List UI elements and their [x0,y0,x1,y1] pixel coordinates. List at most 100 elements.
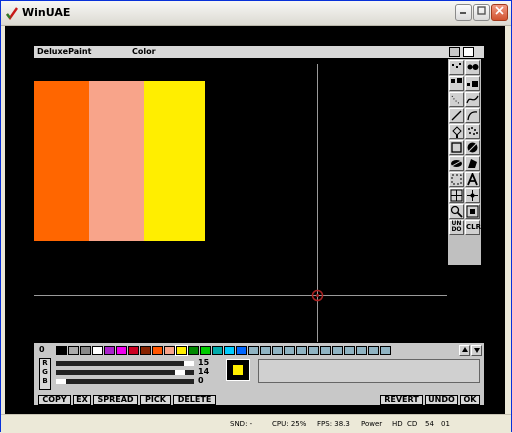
minimize-button[interactable] [455,4,472,21]
stripe-yellow [144,81,205,241]
tool-round-brush[interactable] [465,60,480,75]
tool-line[interactable] [449,108,464,123]
palette-swatch[interactable] [80,346,91,355]
tool-freehand[interactable] [465,92,480,107]
palette-swatch[interactable] [212,346,223,355]
tool-fill[interactable] [449,124,464,139]
tool-polygon[interactable] [465,156,480,171]
green-value: 14 [198,367,210,376]
tool-symmetry[interactable] [465,188,480,203]
palette-swatch[interactable] [175,345,188,356]
g-label: G [42,368,48,376]
close-button[interactable] [491,4,508,21]
current-color-well[interactable] [226,359,250,381]
tool-filled-circle[interactable] [465,140,480,155]
tool-grid[interactable] [449,188,464,203]
tool-rectangle[interactable] [449,140,464,155]
tool-undo[interactable]: UN DO [449,220,464,235]
current-color-swatch [233,365,243,375]
palette-swatch[interactable] [188,346,199,355]
dpaint-menu-bar[interactable]: DeluxePaint Color [34,46,484,58]
palette-swatch-empty[interactable] [308,346,319,355]
green-slider-knob[interactable] [175,370,186,375]
status-fps: FPS: 38.3 [317,420,350,428]
arrow-down-icon [473,348,480,353]
palette-swatch[interactable] [56,346,67,355]
revert-button[interactable]: REVERT [380,395,423,405]
delete-button[interactable]: DELETE [173,395,216,405]
undo-button[interactable]: UNDO [425,395,458,405]
polygon-icon [468,159,477,168]
palette-swatch[interactable] [68,346,79,355]
menu-color[interactable]: Color [132,47,156,56]
winuae-logo-icon [6,7,18,20]
clear-label: CLR [466,223,481,231]
tool-square-brush[interactable] [449,76,464,91]
blue-slider-knob[interactable] [56,379,66,384]
zoom-frame-icon [466,205,479,218]
palette-swatch[interactable] [224,346,235,355]
palette-scroll-up-button[interactable] [459,345,470,356]
palette-swatch-empty[interactable] [368,346,379,355]
palette-swatch[interactable] [164,346,175,355]
tool-dotted-freehand[interactable] [449,92,464,107]
line-icon [451,110,462,121]
palette-swatch-empty[interactable] [272,346,283,355]
screen-depth-front-button[interactable] [463,47,474,57]
maximize-button[interactable] [473,4,490,21]
menu-app-title[interactable]: DeluxePaint [37,47,91,56]
dotted-brush-icon [452,63,461,68]
tool-text[interactable] [465,171,480,187]
palette-swatch[interactable] [236,346,247,355]
tool-ellipse[interactable] [449,156,464,171]
palette-swatch-empty[interactable] [284,346,295,355]
status-cd: CD [407,420,418,428]
blue-slider[interactable] [56,379,194,384]
palette-swatch-empty[interactable] [332,346,343,355]
palette-swatch[interactable] [104,346,115,355]
tool-brush-select[interactable] [449,172,464,187]
palette-swatch[interactable] [140,346,151,355]
tool-big-brush[interactable] [465,76,480,91]
palette-swatch[interactable] [92,346,103,355]
green-slider[interactable] [56,370,194,375]
pick-button[interactable]: PICK [140,395,171,405]
rgb-label-box: R G B [39,358,51,390]
palette-swatch-empty[interactable] [356,346,367,355]
mouse-pointer-icon [311,289,324,302]
palette-swatch[interactable] [200,346,211,355]
text-a-icon [467,171,478,186]
canvas-area[interactable] [5,58,445,341]
palette-swatch[interactable] [116,346,127,355]
palette-swatch-empty[interactable] [248,346,259,355]
palette-scroll-down-button[interactable] [471,345,482,356]
r-label: R [42,359,48,367]
tool-airbrush[interactable] [465,124,480,139]
exchange-button[interactable]: EX [73,395,91,405]
tool-zoom[interactable] [465,204,480,219]
tool-clear[interactable]: CLR [465,220,481,235]
screen-depth-back-button[interactable] [449,47,460,57]
palette-swatch-empty[interactable] [296,346,307,355]
tool-magnify[interactable] [449,204,464,219]
big-brush-icon [467,81,478,87]
tool-curve[interactable] [465,108,480,123]
title-bar[interactable]: WinUAE [1,1,511,26]
palette-swatch[interactable] [128,346,139,355]
palette-swatch[interactable] [152,346,163,355]
copy-button[interactable]: COPY [38,395,71,405]
red-slider[interactable] [56,361,194,366]
undo-label: UN DO [451,220,462,233]
spread-button[interactable]: SPREAD [93,395,138,405]
palette-swatch-empty[interactable] [344,346,355,355]
palette-swatch-empty[interactable] [320,346,331,355]
emulator-screen[interactable]: DeluxePaint Color UN DO CLR 0 R G B 15 1… [5,26,505,414]
red-slider-knob[interactable] [184,361,194,366]
winuae-window: WinUAE DeluxePaint Color UN DO CLR 0 R G… [0,0,512,433]
b-label: B [42,377,48,385]
tool-dotted-brush[interactable] [449,60,464,75]
palette-swatch-empty[interactable] [380,346,391,355]
ok-button[interactable]: OK [460,395,480,405]
status-bar: SND: - CPU: 25% FPS: 38.3 Power HD CD 54… [1,414,511,433]
palette-swatch-empty[interactable] [260,346,271,355]
